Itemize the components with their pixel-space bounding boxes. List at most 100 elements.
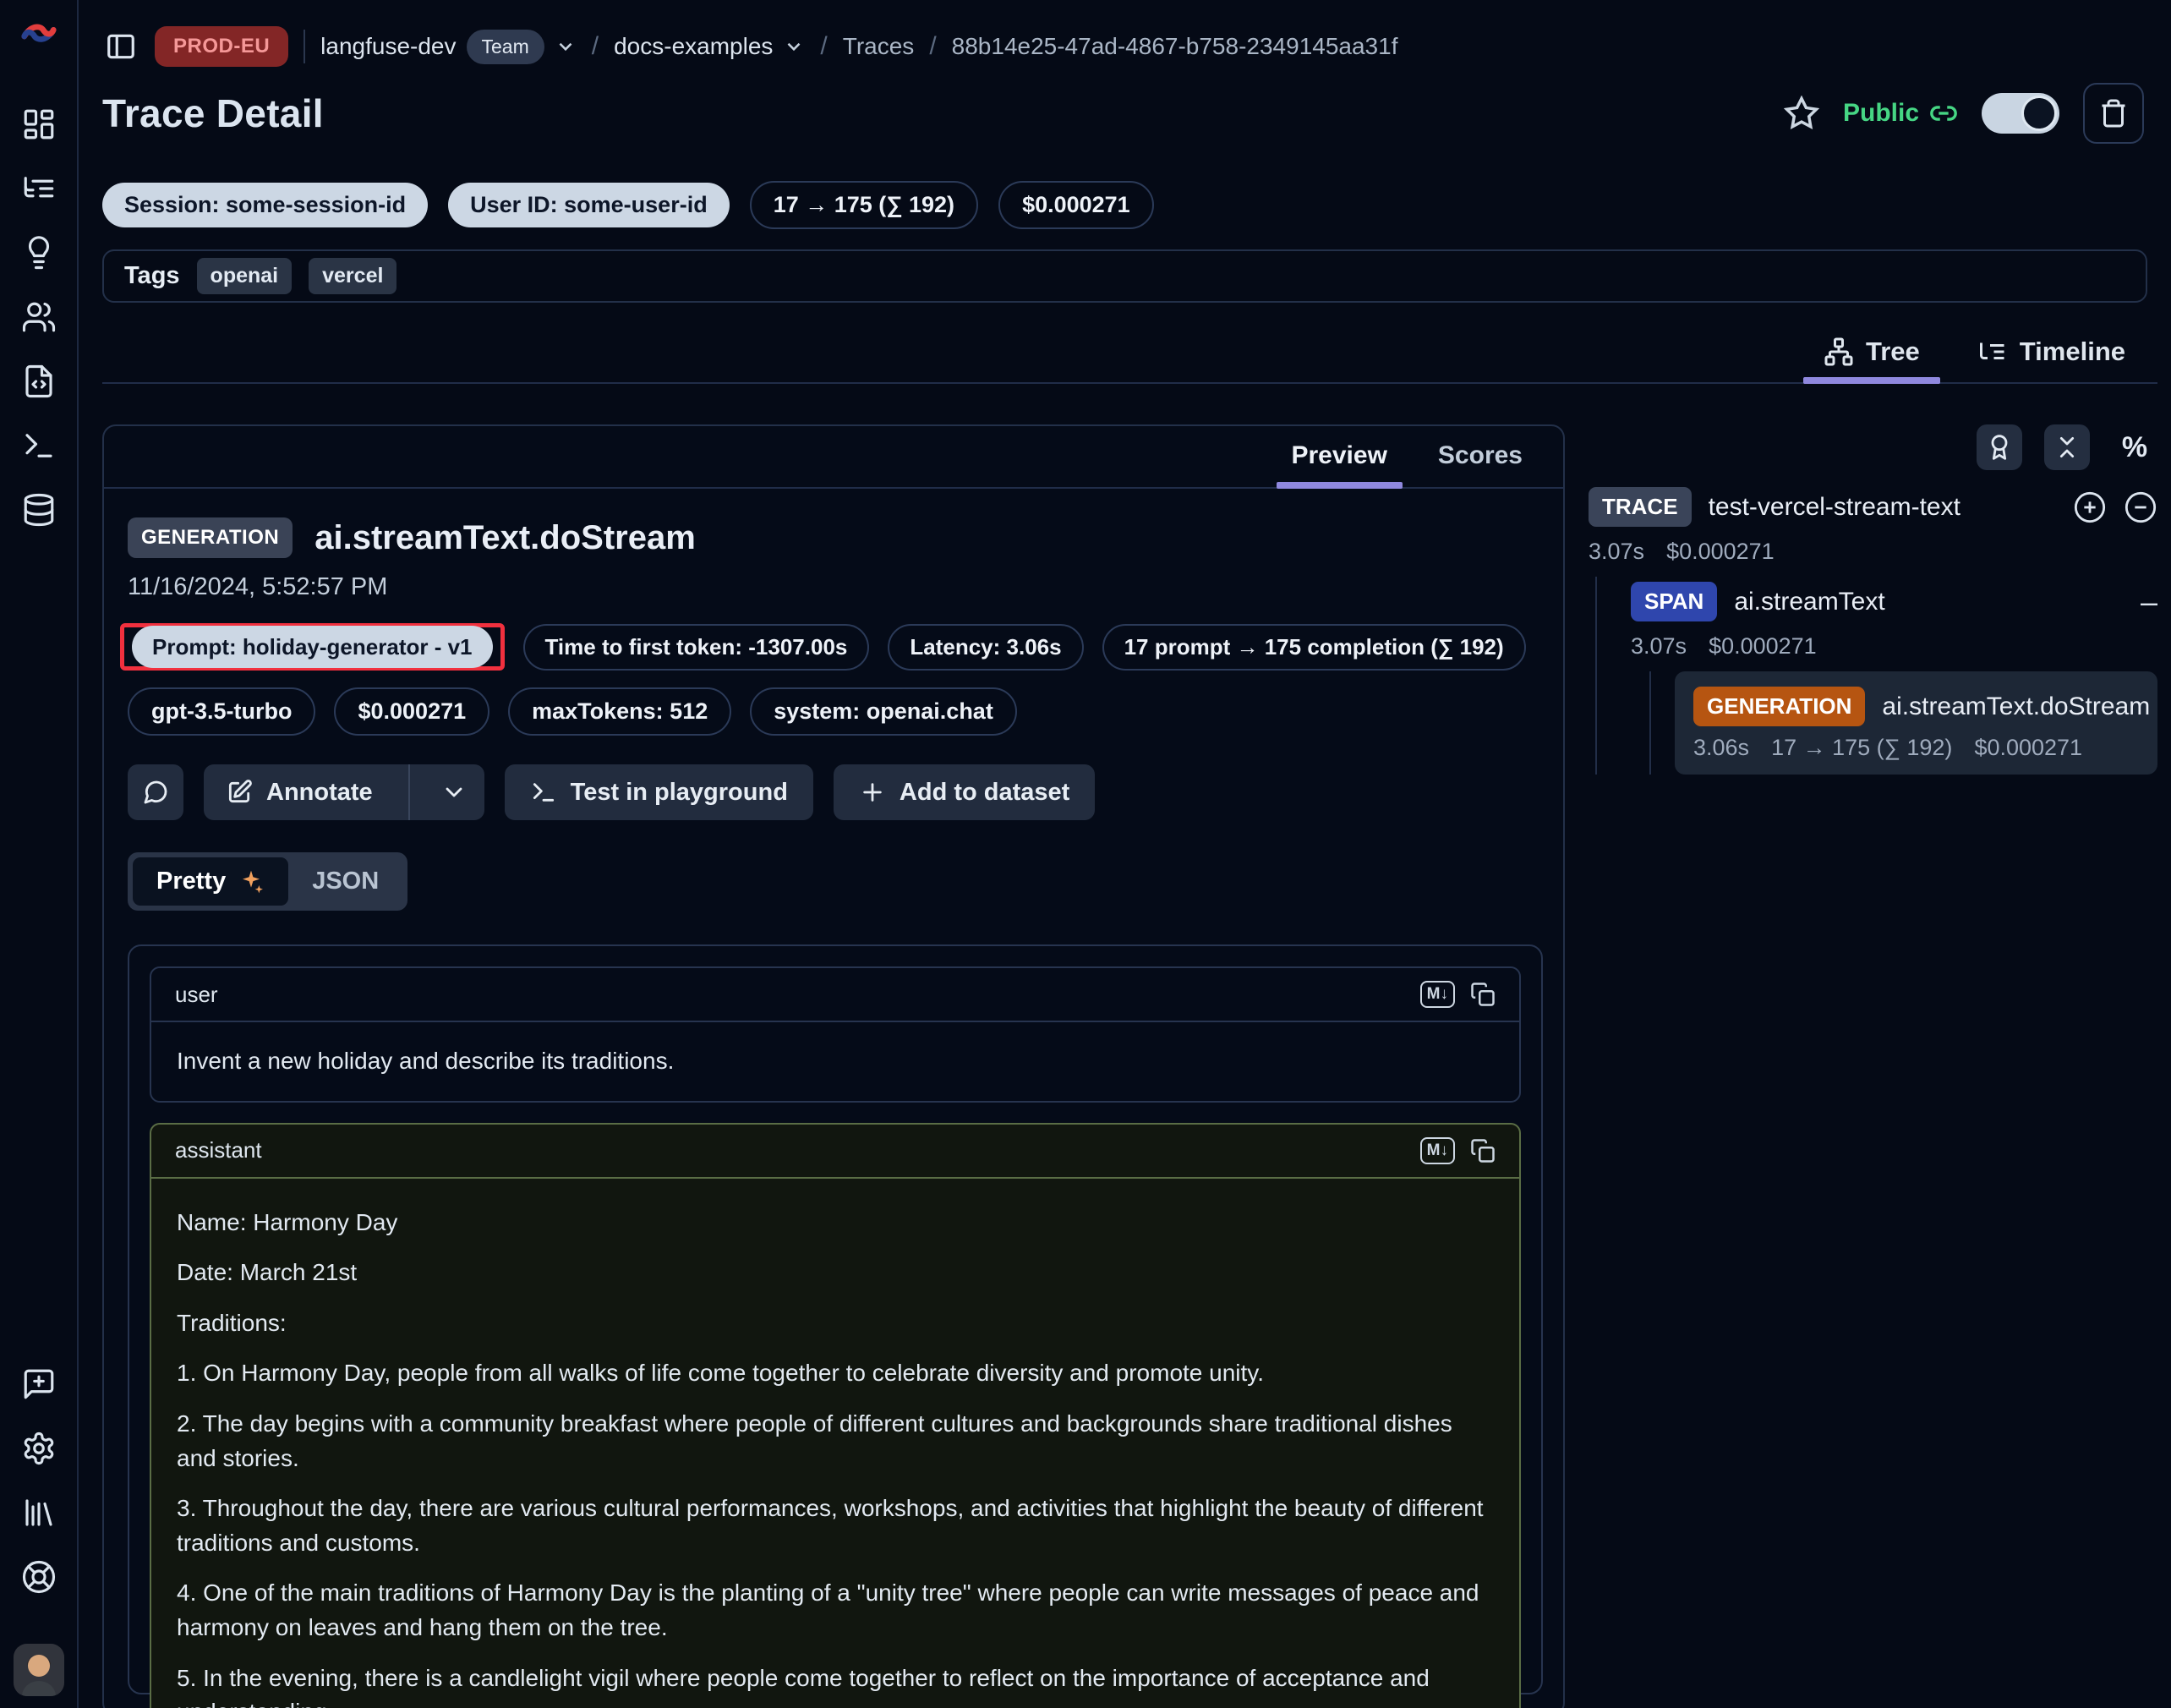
user-message-header: user M↓ [151, 968, 1519, 1022]
trace-name: test-vercel-stream-text [1709, 493, 1960, 522]
message-tools: M↓ [1420, 981, 1496, 1008]
span-latency: 3.07s [1631, 633, 1687, 660]
app-sidebar [0, 0, 79, 1708]
trace-metrics: 3.07s $0.000271 [1589, 532, 2157, 577]
tab-preview[interactable]: Preview [1288, 426, 1391, 487]
assistant-paragraph: 5. In the evening, there is a candleligh… [177, 1661, 1494, 1708]
collapse-all-button[interactable] [2044, 424, 2090, 470]
user-id-badge[interactable]: User ID: some-user-id [448, 183, 730, 227]
tokens-badge: 17 → 175 (∑ 192) [750, 181, 978, 229]
circle-minus-icon[interactable] [2124, 490, 2157, 524]
support-lifebuoy-icon[interactable] [19, 1557, 58, 1596]
collapse-minus-icon[interactable]: – [2141, 587, 2157, 617]
session-badge[interactable]: Session: some-session-id [102, 183, 428, 227]
pretty-toggle-option[interactable]: Pretty [133, 857, 288, 906]
generation-chip: GENERATION [1693, 687, 1865, 726]
add-to-dataset-button[interactable]: Add to dataset [834, 764, 1095, 820]
annotate-button[interactable]: Annotate [204, 764, 395, 820]
langfuse-logo [19, 17, 58, 51]
sidebar-toggle-icon[interactable] [102, 28, 139, 65]
copy-icon[interactable] [1470, 1138, 1496, 1163]
span-metrics: 3.07s $0.000271 [1631, 627, 2157, 671]
page-title: Trace Detail [102, 90, 324, 136]
observation-body: GENERATION ai.streamText.doStream 11/16/… [104, 489, 1563, 1708]
generation-name: ai.streamText.doStream [1882, 693, 2150, 721]
generation-row-selected[interactable]: GENERATION ai.streamText.doStream 3.06s … [1675, 671, 2157, 775]
datasets-icon[interactable] [19, 490, 58, 529]
assistant-paragraph: Traditions: [177, 1306, 1494, 1341]
message-role: assistant [175, 1137, 262, 1163]
sidebar-nav-top [19, 105, 58, 529]
docs-library-icon[interactable] [19, 1493, 58, 1532]
cost-badge: $0.000271 [998, 181, 1154, 229]
breadcrumb-org[interactable]: langfuse-dev Team [320, 30, 577, 64]
dashboard-icon[interactable] [19, 105, 58, 144]
latency-badge: Latency: 3.06s [888, 624, 1083, 671]
tracing-icon[interactable] [19, 169, 58, 208]
comment-icon [142, 779, 169, 806]
user-message-box: user M↓ Invent a new holiday and describ… [150, 966, 1521, 1103]
public-toggle[interactable] [1982, 93, 2059, 134]
tag-openai[interactable]: openai [197, 258, 293, 294]
span-row[interactable]: SPAN ai.streamText – [1631, 577, 2157, 627]
circle-plus-icon[interactable] [2073, 490, 2107, 524]
user-avatar[interactable] [14, 1644, 64, 1696]
message-tools: M↓ [1420, 1137, 1496, 1164]
annotate-split-button: Annotate [204, 764, 484, 820]
environment-badge: PROD-EU [155, 26, 288, 67]
trace-chip: TRACE [1589, 487, 1692, 527]
messages-container: user M↓ Invent a new holiday and describ… [128, 944, 1543, 1694]
tab-tree[interactable]: Tree [1818, 325, 1925, 382]
user-message-content: Invent a new holiday and describe its tr… [151, 1022, 1519, 1101]
comment-button[interactable] [128, 764, 183, 820]
generation-cost: $0.000271 [1974, 735, 2082, 761]
trace-row-actions [2073, 490, 2157, 524]
breadcrumb-section[interactable]: Traces [843, 33, 915, 60]
test-in-playground-button[interactable]: Test in playground [505, 764, 813, 820]
tree-icon [1824, 337, 1854, 367]
org-type-pill: Team [467, 30, 544, 64]
settings-gear-icon[interactable] [19, 1429, 58, 1468]
markdown-toggle-icon[interactable]: M↓ [1420, 1137, 1455, 1164]
span-name: ai.streamText [1734, 588, 1884, 616]
copy-icon[interactable] [1470, 982, 1496, 1007]
span-row-actions: – [2141, 587, 2157, 617]
trace-row[interactable]: TRACE test-vercel-stream-text [1589, 482, 2157, 532]
public-link[interactable]: Public [1843, 99, 1958, 128]
prompt-badge[interactable]: Prompt: holiday-generator - v1 [132, 626, 493, 668]
annotate-dropdown-button[interactable] [424, 764, 484, 820]
max-tokens-badge: maxTokens: 512 [508, 687, 731, 736]
tag-vercel[interactable]: vercel [309, 258, 396, 294]
generation-row-head: GENERATION ai.streamText.doStream [1693, 687, 2139, 726]
chevron-down-icon[interactable] [555, 36, 577, 57]
breadcrumb-project[interactable]: docs-examples [614, 33, 805, 60]
span-chip: SPAN [1631, 582, 1717, 621]
breadcrumb-separator: / [820, 32, 827, 61]
plus-icon [859, 779, 886, 806]
metrics-percent-button[interactable]: % [2112, 424, 2157, 470]
model-badge[interactable]: gpt-3.5-turbo [128, 687, 315, 736]
fold-vertical-icon [2053, 434, 2081, 461]
trash-icon [2098, 98, 2129, 129]
breadcrumb-separator: / [592, 32, 599, 61]
feedback-icon[interactable] [19, 1365, 58, 1404]
divider [304, 30, 305, 63]
generation-latency: 3.06s [1693, 735, 1749, 761]
users-icon[interactable] [19, 298, 58, 337]
prompts-icon[interactable] [19, 362, 58, 401]
chevron-down-icon[interactable] [783, 36, 805, 57]
playground-icon[interactable] [19, 426, 58, 465]
assistant-paragraph: 4. One of the main traditions of Harmony… [177, 1576, 1494, 1645]
scores-award-button[interactable] [1977, 424, 2022, 470]
markdown-toggle-icon[interactable]: M↓ [1420, 981, 1455, 1008]
json-toggle-option[interactable]: JSON [288, 857, 402, 906]
lightbulb-icon[interactable] [19, 233, 58, 272]
format-toggle: Pretty JSON [128, 852, 407, 911]
tab-scores[interactable]: Scores [1435, 426, 1526, 487]
trace-latency: 3.07s [1589, 539, 1644, 565]
trace-cost: $0.000271 [1666, 539, 1775, 565]
title-row: Trace Detail Public [102, 83, 2157, 144]
tab-timeline[interactable]: Timeline [1972, 325, 2130, 382]
delete-trace-button[interactable] [2083, 83, 2144, 144]
star-icon[interactable] [1784, 96, 1819, 131]
